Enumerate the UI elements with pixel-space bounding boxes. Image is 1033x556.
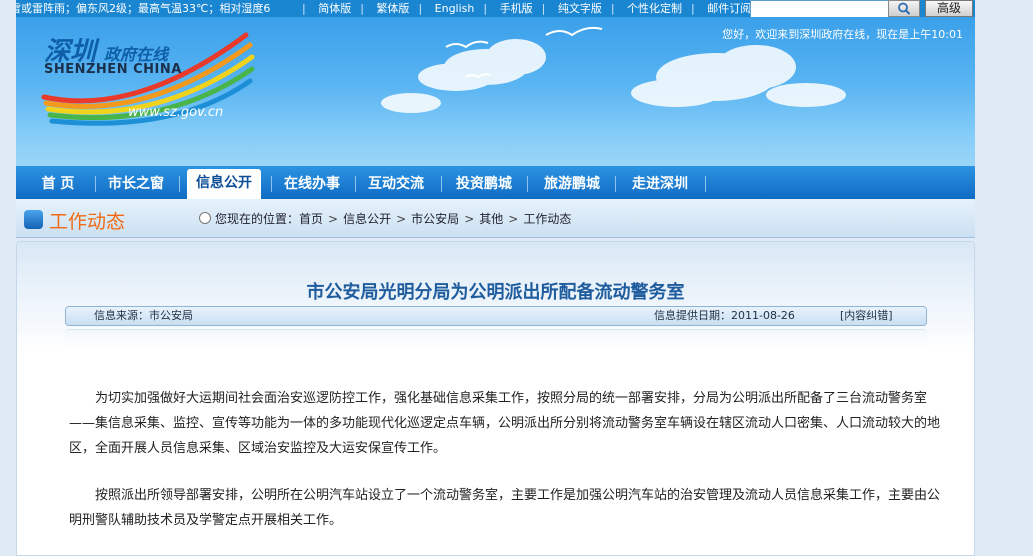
nav-separator	[705, 176, 706, 192]
link-personalize[interactable]: 个性化定制	[618, 0, 691, 17]
breadcrumb-work-news[interactable]: 工作动态	[523, 212, 571, 226]
nav-invest[interactable]: 投资鹏城	[450, 172, 518, 196]
logo-english: SHENZHEN CHINA	[44, 62, 182, 77]
search-button[interactable]	[888, 0, 920, 17]
section-title: 工作动态	[49, 211, 126, 233]
article-date: 信息提供日期：2011-08-26	[654, 309, 795, 322]
nav-separator	[527, 176, 528, 192]
article-panel: 市公安局光明分局为公明派出所配备流动警务室 信息来源：市公安局 信息提供日期：2…	[16, 241, 975, 556]
breadcrumb-separator: >	[464, 212, 475, 226]
nav-tourism[interactable]: 旅游鹏城	[538, 172, 606, 196]
content-error-link[interactable]: [内容纠错]	[840, 307, 893, 325]
search-input[interactable]	[750, 0, 892, 17]
nav-separator	[95, 176, 96, 192]
nav-separator	[271, 176, 272, 192]
link-traditional[interactable]: 繁体版	[367, 0, 418, 17]
article-info-bar: 信息来源：市公安局 信息提供日期：2011-08-26 [内容纠错]	[65, 306, 927, 326]
breadcrumb-separator: >	[328, 212, 339, 226]
advanced-search-button[interactable]: 高级	[925, 0, 973, 17]
breadcrumb: 您现在的位置：首页 > 信息公开 > 市公安局 > 其他 > 工作动态	[199, 210, 571, 227]
breadcrumb-other[interactable]: 其他	[479, 212, 503, 226]
nav-info-disclosure[interactable]: 信息公开	[187, 169, 261, 199]
top-utility-bar: 雷或雷阵雨；偏东风2级；最高气温33℃；相对湿度6 | 简体版 | 繁体版 | En…	[16, 0, 975, 17]
radio-icon	[199, 212, 211, 224]
separator: |	[360, 2, 364, 15]
site-url: www.sz.gov.cn	[128, 105, 224, 120]
separator: |	[610, 2, 615, 15]
separator: |	[691, 2, 695, 15]
link-mobile[interactable]: 手机版	[491, 0, 542, 17]
page: 雷或雷阵雨；偏东风2级；最高气温33℃；相对湿度6 | 简体版 | 繁体版 | En…	[16, 0, 975, 556]
nav-mayor-window[interactable]: 市长之窗	[102, 172, 170, 196]
utility-links: | 简体版 | 繁体版 | English | 手机版 | 纯文字版 | 个性化定制 | 邮…	[302, 0, 760, 17]
nav-home[interactable]: 首 页	[32, 172, 84, 196]
header-banner: 深圳 政府在线 SHENZHEN CHINA www.sz.gov.cn 您好，…	[16, 17, 975, 166]
section-header: 工作动态 您现在的位置：首页 > 信息公开 > 市公安局 > 其他 > 工作动态	[16, 199, 975, 238]
nav-online-services[interactable]: 在线办事	[278, 172, 346, 196]
breadcrumb-info-disclosure[interactable]: 信息公开	[343, 212, 391, 226]
separator: |	[541, 2, 546, 15]
nav-separator	[179, 176, 180, 192]
breadcrumb-separator: >	[396, 212, 407, 226]
nav-about-shenzhen[interactable]: 走进深圳	[626, 172, 694, 196]
breadcrumb-home[interactable]: 首页	[299, 212, 323, 226]
main-navigation: 首 页 市长之窗 信息公开 在线办事 互动交流 投资鹏城 旅游鹏城 走进深圳	[16, 166, 975, 199]
link-english[interactable]: English	[426, 0, 484, 17]
nav-interaction[interactable]: 互动交流	[362, 172, 430, 196]
section-icon	[24, 210, 43, 229]
nav-separator	[355, 176, 356, 192]
nav-separator	[615, 176, 616, 192]
link-simplified[interactable]: 简体版	[309, 0, 360, 17]
weather-text: 雷或雷阵雨；偏东风2级；最高气温33℃；相对湿度6	[16, 2, 271, 15]
link-text-only[interactable]: 纯文字版	[549, 0, 611, 17]
separator: |	[483, 2, 488, 15]
article-paragraph: 按照派出所领导部署安排，公明所在公明汽车站设立了一个流动警务室，主要工作是加强公…	[69, 488, 941, 528]
article-title: 市公安局光明分局为公明派出所配备流动警务室	[306, 282, 685, 303]
separator: |	[302, 2, 306, 15]
nav-separator	[441, 176, 442, 192]
search-icon	[898, 2, 911, 15]
separator: |	[418, 2, 423, 15]
breadcrumb-prefix: 您现在的位置：	[215, 212, 300, 226]
greeting-text: 您好，欢迎来到深圳政府在线，现在是上午10:01	[722, 28, 963, 41]
article-info-shadow	[65, 329, 927, 350]
article-paragraph: 为切实加强做好大运期间社会面治安巡逻防控工作，强化基础信息采集工作，按照分局的统…	[69, 391, 941, 456]
breadcrumb-separator: >	[508, 212, 519, 226]
article-source: 信息来源：市公安局	[94, 309, 193, 322]
breadcrumb-police-bureau[interactable]: 市公安局	[411, 212, 459, 226]
